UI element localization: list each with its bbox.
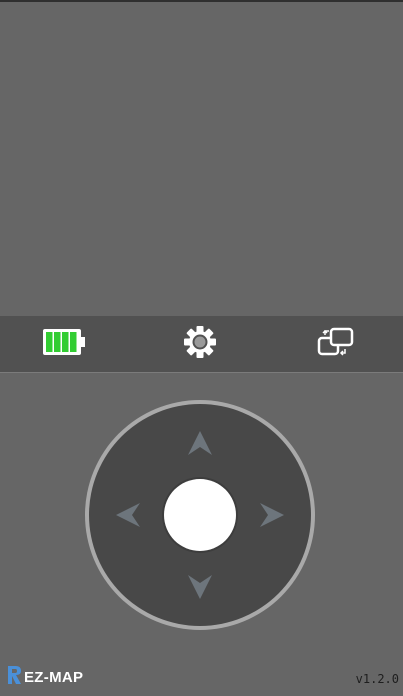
settings-button[interactable] <box>160 316 240 372</box>
swap-view-button[interactable] <box>296 316 376 372</box>
battery-icon <box>42 328 86 361</box>
joystick-pad[interactable] <box>82 397 318 633</box>
swap-windows-icon <box>317 327 355 362</box>
version-label: v1.2.0 <box>355 672 399 686</box>
battery-button[interactable] <box>24 316 104 372</box>
joystick-area <box>0 373 403 663</box>
app-window: EZ-MAP v1.2.0 <box>0 0 403 696</box>
gear-icon <box>183 325 217 364</box>
logo-text: EZ-MAP <box>24 668 84 686</box>
camera-view-area <box>0 2 403 316</box>
toolbar <box>0 316 403 373</box>
app-logo: EZ-MAP <box>6 665 83 689</box>
logo-mark-icon <box>6 665 22 690</box>
joystick-knob[interactable] <box>162 477 238 553</box>
